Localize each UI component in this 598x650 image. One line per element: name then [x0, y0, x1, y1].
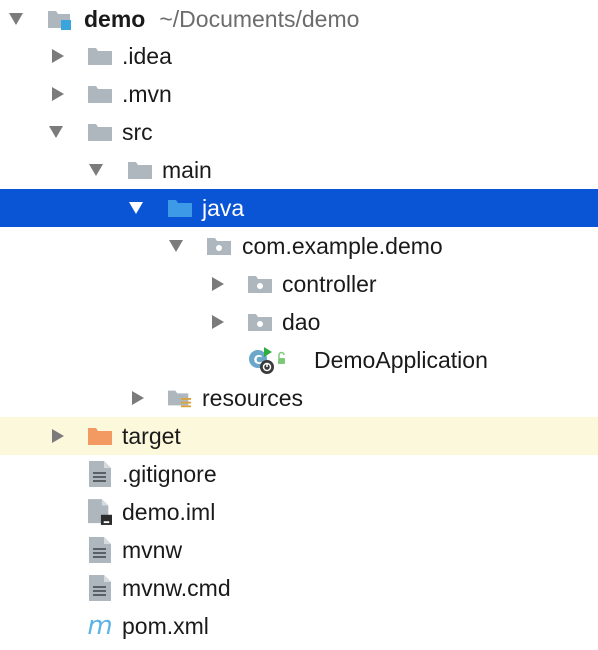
folder-icon: [88, 44, 112, 68]
text-file-icon: [88, 575, 112, 601]
tree-row-idea[interactable]: .idea: [0, 37, 598, 75]
tree-row-demo-application[interactable]: C DemoApplication: [0, 341, 598, 379]
project-path: ~/Documents/demo: [159, 6, 360, 32]
chevron-down-icon[interactable]: [169, 239, 183, 253]
spring-boot-class-icon: C: [246, 347, 286, 374]
tree-row-src[interactable]: src: [0, 113, 598, 151]
tree-row-demo-iml[interactable]: demo.iml: [0, 493, 598, 531]
chevron-right-icon[interactable]: [51, 49, 65, 63]
chevron-right-icon[interactable]: [131, 391, 145, 405]
chevron-right-icon[interactable]: [211, 315, 225, 329]
text-file-icon: [88, 461, 112, 487]
file-label: .gitignore: [122, 461, 217, 487]
folder-label: main: [162, 157, 212, 183]
folder-label: .idea: [122, 43, 172, 69]
file-label: demo.iml: [122, 499, 216, 525]
source-root-folder-icon: [168, 196, 192, 220]
package-icon: [207, 234, 231, 258]
folder-label: java: [202, 195, 245, 221]
chevron-down-icon[interactable]: [129, 201, 143, 215]
tree-row-main[interactable]: main: [0, 151, 598, 189]
package-label: dao: [282, 309, 321, 335]
chevron-down-icon[interactable]: [49, 125, 63, 139]
maven-icon: m: [87, 611, 113, 641]
chevron-right-icon[interactable]: [51, 87, 65, 101]
excluded-folder-icon: [88, 424, 112, 448]
tree-row-pom[interactable]: m pom.xml: [0, 607, 598, 645]
project-name: demo ~/Documents/demo: [84, 6, 360, 32]
tree-row-mvnw[interactable]: mvnw: [0, 531, 598, 569]
package-icon: [248, 272, 272, 296]
chevron-right-icon[interactable]: [51, 429, 65, 443]
folder-icon: [88, 120, 112, 144]
tree-row-resources[interactable]: resources: [0, 379, 598, 417]
tree-row-mvn[interactable]: .mvn: [0, 75, 598, 113]
folder-label: resources: [202, 385, 303, 411]
tree-row-java[interactable]: java: [0, 189, 598, 227]
package-label: controller: [282, 271, 377, 297]
tree-row-demo[interactable]: demo ~/Documents/demo: [0, 0, 598, 38]
tree-row-dao[interactable]: dao: [0, 303, 598, 341]
tree-row-gitignore[interactable]: .gitignore: [0, 455, 598, 493]
text-file-icon: [88, 537, 112, 563]
project-tree: demo ~/Documents/demo .idea .mvn src mai…: [0, 0, 598, 650]
folder-label: .mvn: [122, 81, 172, 107]
file-label: mvnw: [122, 537, 183, 563]
tree-row-controller[interactable]: controller: [0, 265, 598, 303]
package-label: com.example.demo: [242, 233, 443, 259]
chevron-down-icon[interactable]: [9, 12, 23, 26]
folder-label: target: [122, 423, 181, 449]
folder-icon: [128, 158, 152, 182]
tree-row-mvnw-cmd[interactable]: mvnw.cmd: [0, 569, 598, 607]
tree-row-target[interactable]: target: [0, 417, 598, 455]
module-file-icon: [88, 499, 112, 525]
chevron-right-icon[interactable]: [211, 277, 225, 291]
chevron-down-icon[interactable]: [89, 163, 103, 177]
folder-label: src: [122, 119, 153, 145]
file-label: pom.xml: [122, 613, 209, 639]
class-label: DemoApplication: [314, 347, 488, 373]
tree-row-package[interactable]: com.example.demo: [0, 227, 598, 265]
folder-icon: [88, 82, 112, 106]
resources-root-icon: [168, 386, 192, 410]
file-label: mvnw.cmd: [122, 575, 231, 601]
module-folder-icon: [48, 7, 72, 31]
package-icon: [248, 310, 272, 334]
